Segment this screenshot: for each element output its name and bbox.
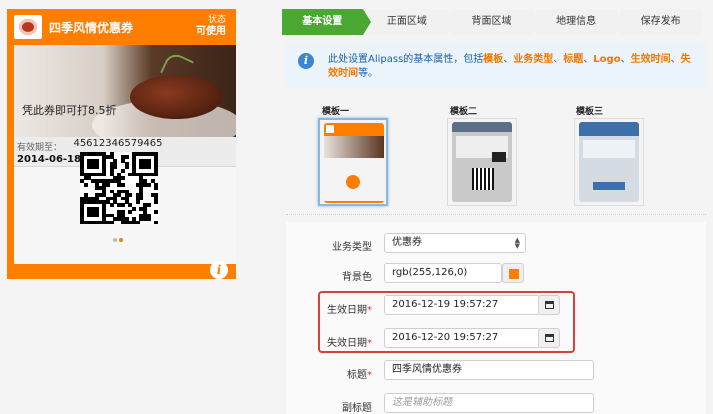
template-1-label: 模板一 [322, 107, 350, 117]
info-keyword: 模板 [483, 54, 504, 65]
step-basic-settings[interactable]: 基本设置 [282, 9, 371, 35]
template-3[interactable] [574, 118, 644, 206]
card-status: 状态 可使用 [196, 15, 226, 37]
business-type-select[interactable]: 优惠券 ▲ ▼ [384, 233, 526, 253]
info-keyword: 标题 [563, 54, 584, 65]
pager-dot[interactable] [113, 238, 117, 242]
template-2[interactable] [447, 118, 517, 206]
step-save-publish[interactable]: 保存发布 [620, 9, 701, 35]
dish-icon [19, 19, 37, 35]
background-color-input[interactable]: rgb(255,126,0) [384, 263, 502, 283]
step-front-area[interactable]: 正面区域 [366, 9, 455, 35]
select-arrows-icon: ▲ ▼ [514, 236, 520, 250]
card-title: 四季风情优惠券 [49, 21, 134, 35]
card-header: 四季风情优惠券 状态 可使用 [7, 9, 236, 45]
card-pager[interactable] [112, 227, 124, 246]
qr-code [80, 152, 159, 225]
template-3-label: 模板三 [576, 107, 604, 117]
pager-dot-active[interactable] [119, 238, 123, 242]
title-input[interactable]: 四季风情优惠券 [384, 360, 594, 380]
card-info-button[interactable]: i [210, 261, 228, 279]
info-text: 此处设置Alipass的基本属性，包括模板、业务类型、标题、Logo、生效时间、… [328, 54, 691, 79]
step-back-area[interactable]: 背面区域 [451, 9, 540, 35]
title-label: 标题* [347, 370, 372, 381]
info-keyword: 业务类型 [513, 54, 554, 65]
background-color-label: 背景色 [342, 272, 372, 283]
info-icon: i [298, 53, 314, 69]
subtitle-label: 副标题 [342, 403, 372, 414]
template-1[interactable] [318, 118, 388, 206]
card-logo [14, 15, 42, 39]
subtitle-input[interactable]: 这是辅助标题 [384, 393, 594, 413]
color-swatch [509, 269, 519, 279]
wizard-steps: 基本设置 正面区域 背面区域 地理信息 保存发布 [282, 9, 705, 35]
business-type-label: 业务类型 [332, 242, 372, 253]
date-highlight-box [318, 291, 575, 353]
card-status-value: 可使用 [196, 26, 226, 37]
card-strip-text: 凭此券即可打8.5折 [22, 104, 117, 117]
color-swatch-button[interactable] [502, 263, 524, 283]
info-keyword: Logo [593, 54, 621, 65]
template-2-label: 模板二 [450, 107, 478, 117]
card-strip-image: 凭此券即可打8.5折 [14, 45, 236, 137]
divider [286, 214, 706, 215]
info-keyword: 生效时间 [630, 54, 671, 65]
card-status-label: 状态 [207, 15, 226, 25]
barcode-number: 45612346579465 [73, 138, 163, 149]
step-geo-info[interactable]: 地理信息 [535, 9, 624, 35]
info-bar: i 此处设置Alipass的基本属性，包括模板、业务类型、标题、Logo、生效时… [286, 44, 706, 88]
